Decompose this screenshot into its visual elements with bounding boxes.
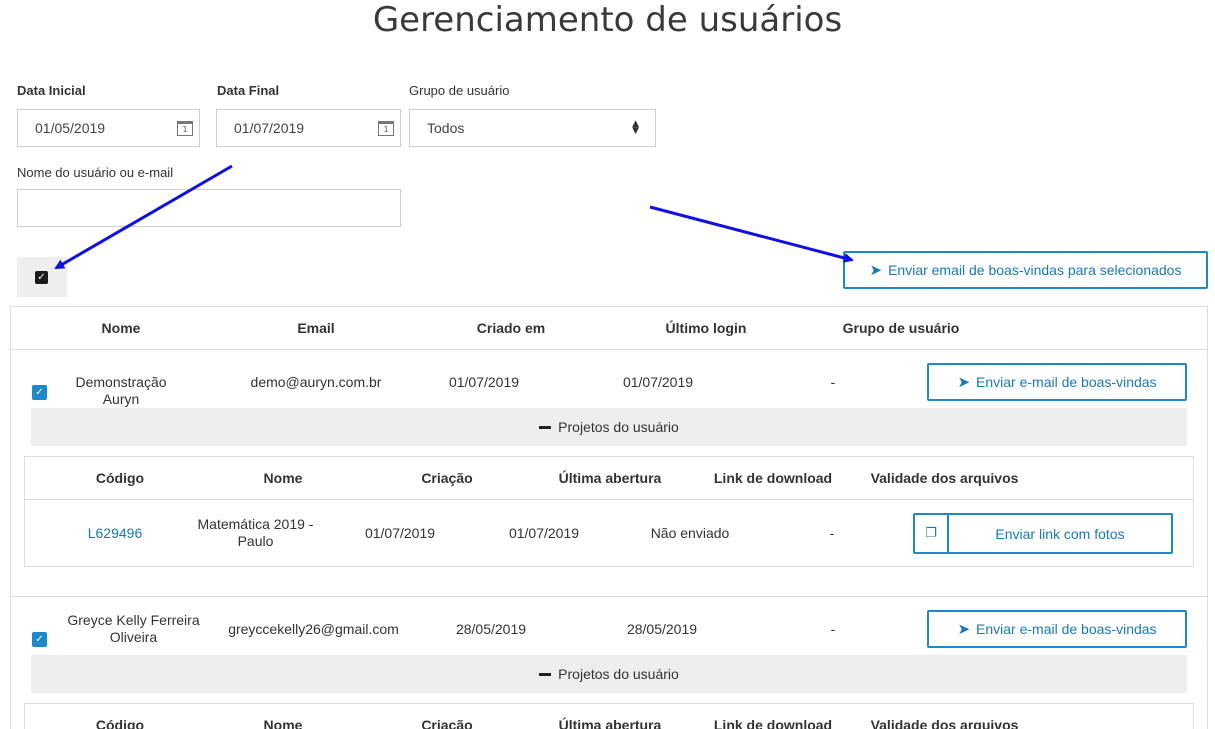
annotation-arrow-select-all: [54, 164, 233, 270]
annotation-arrow-send-selected: [649, 205, 854, 263]
annotation-arrows: [54, 164, 854, 270]
